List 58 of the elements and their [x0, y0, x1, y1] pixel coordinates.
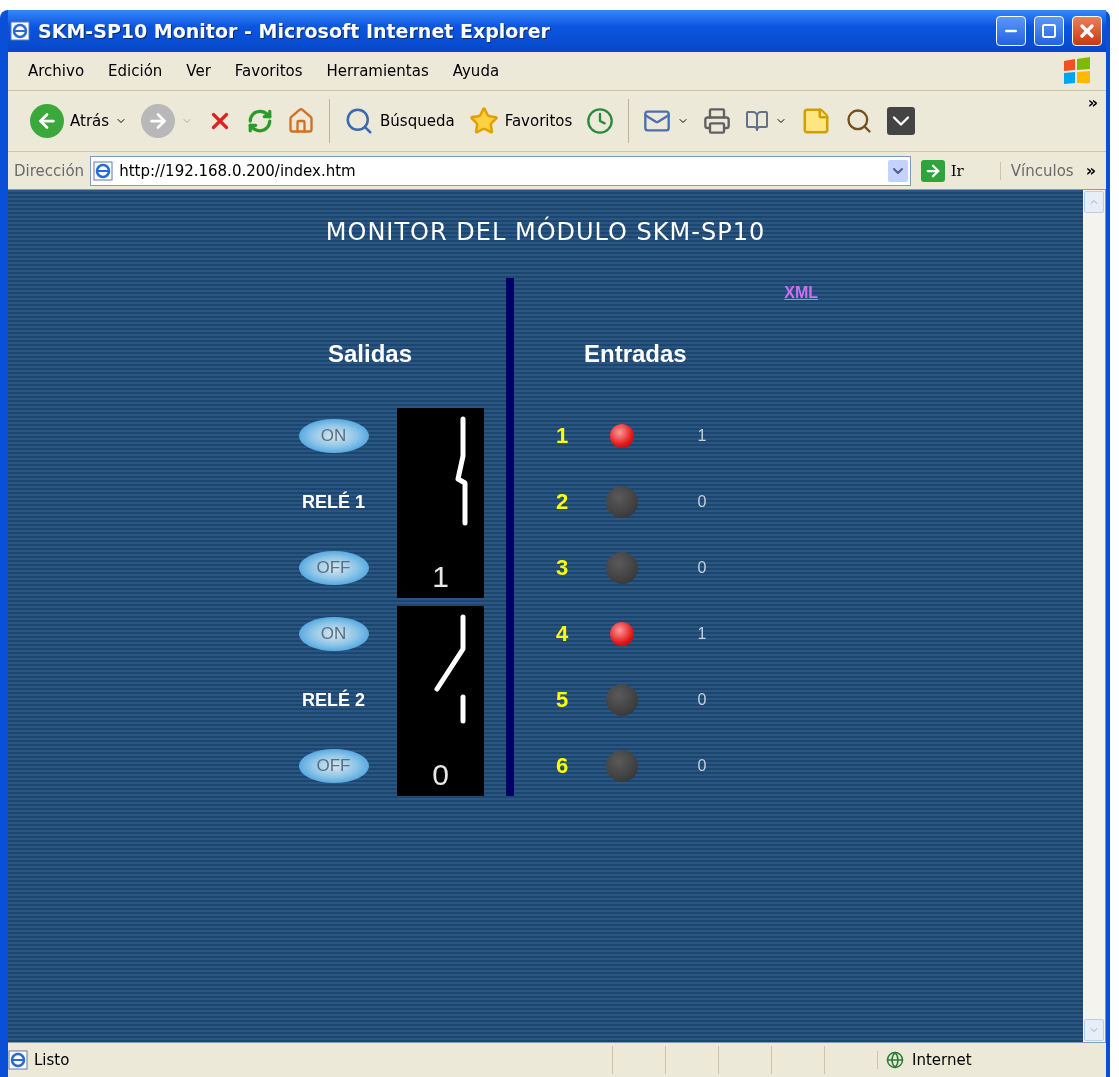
input-value: 1 — [696, 427, 708, 445]
window-title: SKM-SP10 Monitor - Microsoft Internet Explorer — [38, 20, 551, 42]
house-icon — [287, 107, 316, 135]
search-button[interactable]: Búsqueda — [340, 104, 459, 138]
book-icon — [745, 109, 770, 133]
more-toolbar-button[interactable]: » — [1087, 93, 1098, 112]
input-number: 2 — [554, 489, 570, 515]
address-field[interactable]: http://192.168.0.200/index.htm — [90, 155, 911, 186]
refresh-icon — [247, 108, 274, 134]
menu-item[interactable]: Favoritos — [222, 62, 315, 80]
printer-icon — [703, 107, 732, 135]
links-label[interactable]: Vínculos — [999, 161, 1074, 180]
relay-label: RELÉ 1 — [302, 491, 365, 513]
open-switch-icon — [432, 614, 469, 724]
address-label: Dirección — [14, 161, 85, 180]
input-number: 3 — [554, 555, 570, 581]
chevron-icon — [887, 107, 916, 135]
maximize-icon — [1041, 23, 1057, 39]
menu-item[interactable]: Archivo — [16, 62, 97, 80]
windows-flag-icon — [1062, 57, 1092, 85]
globe-icon — [886, 1051, 904, 1069]
clock-icon — [586, 107, 615, 135]
page-icon — [93, 160, 114, 181]
input-number: 1 — [554, 423, 570, 449]
close-icon — [1077, 21, 1097, 41]
input-number: 5 — [554, 687, 570, 713]
input-value: 1 — [696, 625, 708, 643]
menu-item[interactable]: Ayuda — [440, 62, 512, 80]
inputs-heading: Entradas — [583, 339, 688, 369]
input-value: 0 — [696, 691, 708, 709]
maximize-button[interactable] — [1034, 16, 1064, 46]
input-value: 0 — [696, 757, 708, 775]
page-icon — [8, 1050, 28, 1070]
input-value: 0 — [696, 493, 708, 511]
star-icon — [468, 106, 499, 136]
menu-item[interactable]: Ver — [174, 62, 223, 80]
menu-item[interactable]: Herramientas — [314, 62, 441, 80]
minimize-button[interactable] — [996, 16, 1026, 46]
dropdown-button[interactable] — [887, 159, 908, 182]
status-text: Listo — [33, 1051, 71, 1069]
close-button[interactable] — [1072, 16, 1102, 46]
outputs-heading: Salidas — [327, 339, 414, 369]
more-links-button[interactable]: » — [1085, 161, 1096, 180]
magnifier-icon — [845, 107, 874, 135]
note-icon — [801, 106, 832, 136]
back-button[interactable]: Atrás — [26, 102, 132, 140]
input-number: 4 — [554, 621, 570, 647]
browser-icon — [10, 21, 30, 41]
input-value: 0 — [696, 559, 708, 577]
favorites-button[interactable]: Favoritos — [464, 104, 577, 138]
relay-state: 0 — [432, 758, 449, 792]
menu-item[interactable]: Edición — [96, 62, 175, 80]
zone-label: Internet — [912, 1051, 972, 1069]
relay-state: 1 — [432, 560, 449, 594]
input-number: 6 — [554, 753, 570, 779]
relay-label: RELÉ 2 — [302, 689, 365, 711]
page-title: MONITOR DEL MÓDULO SKM-SP10 — [324, 218, 767, 248]
go-button[interactable]: Ir — [916, 159, 994, 182]
